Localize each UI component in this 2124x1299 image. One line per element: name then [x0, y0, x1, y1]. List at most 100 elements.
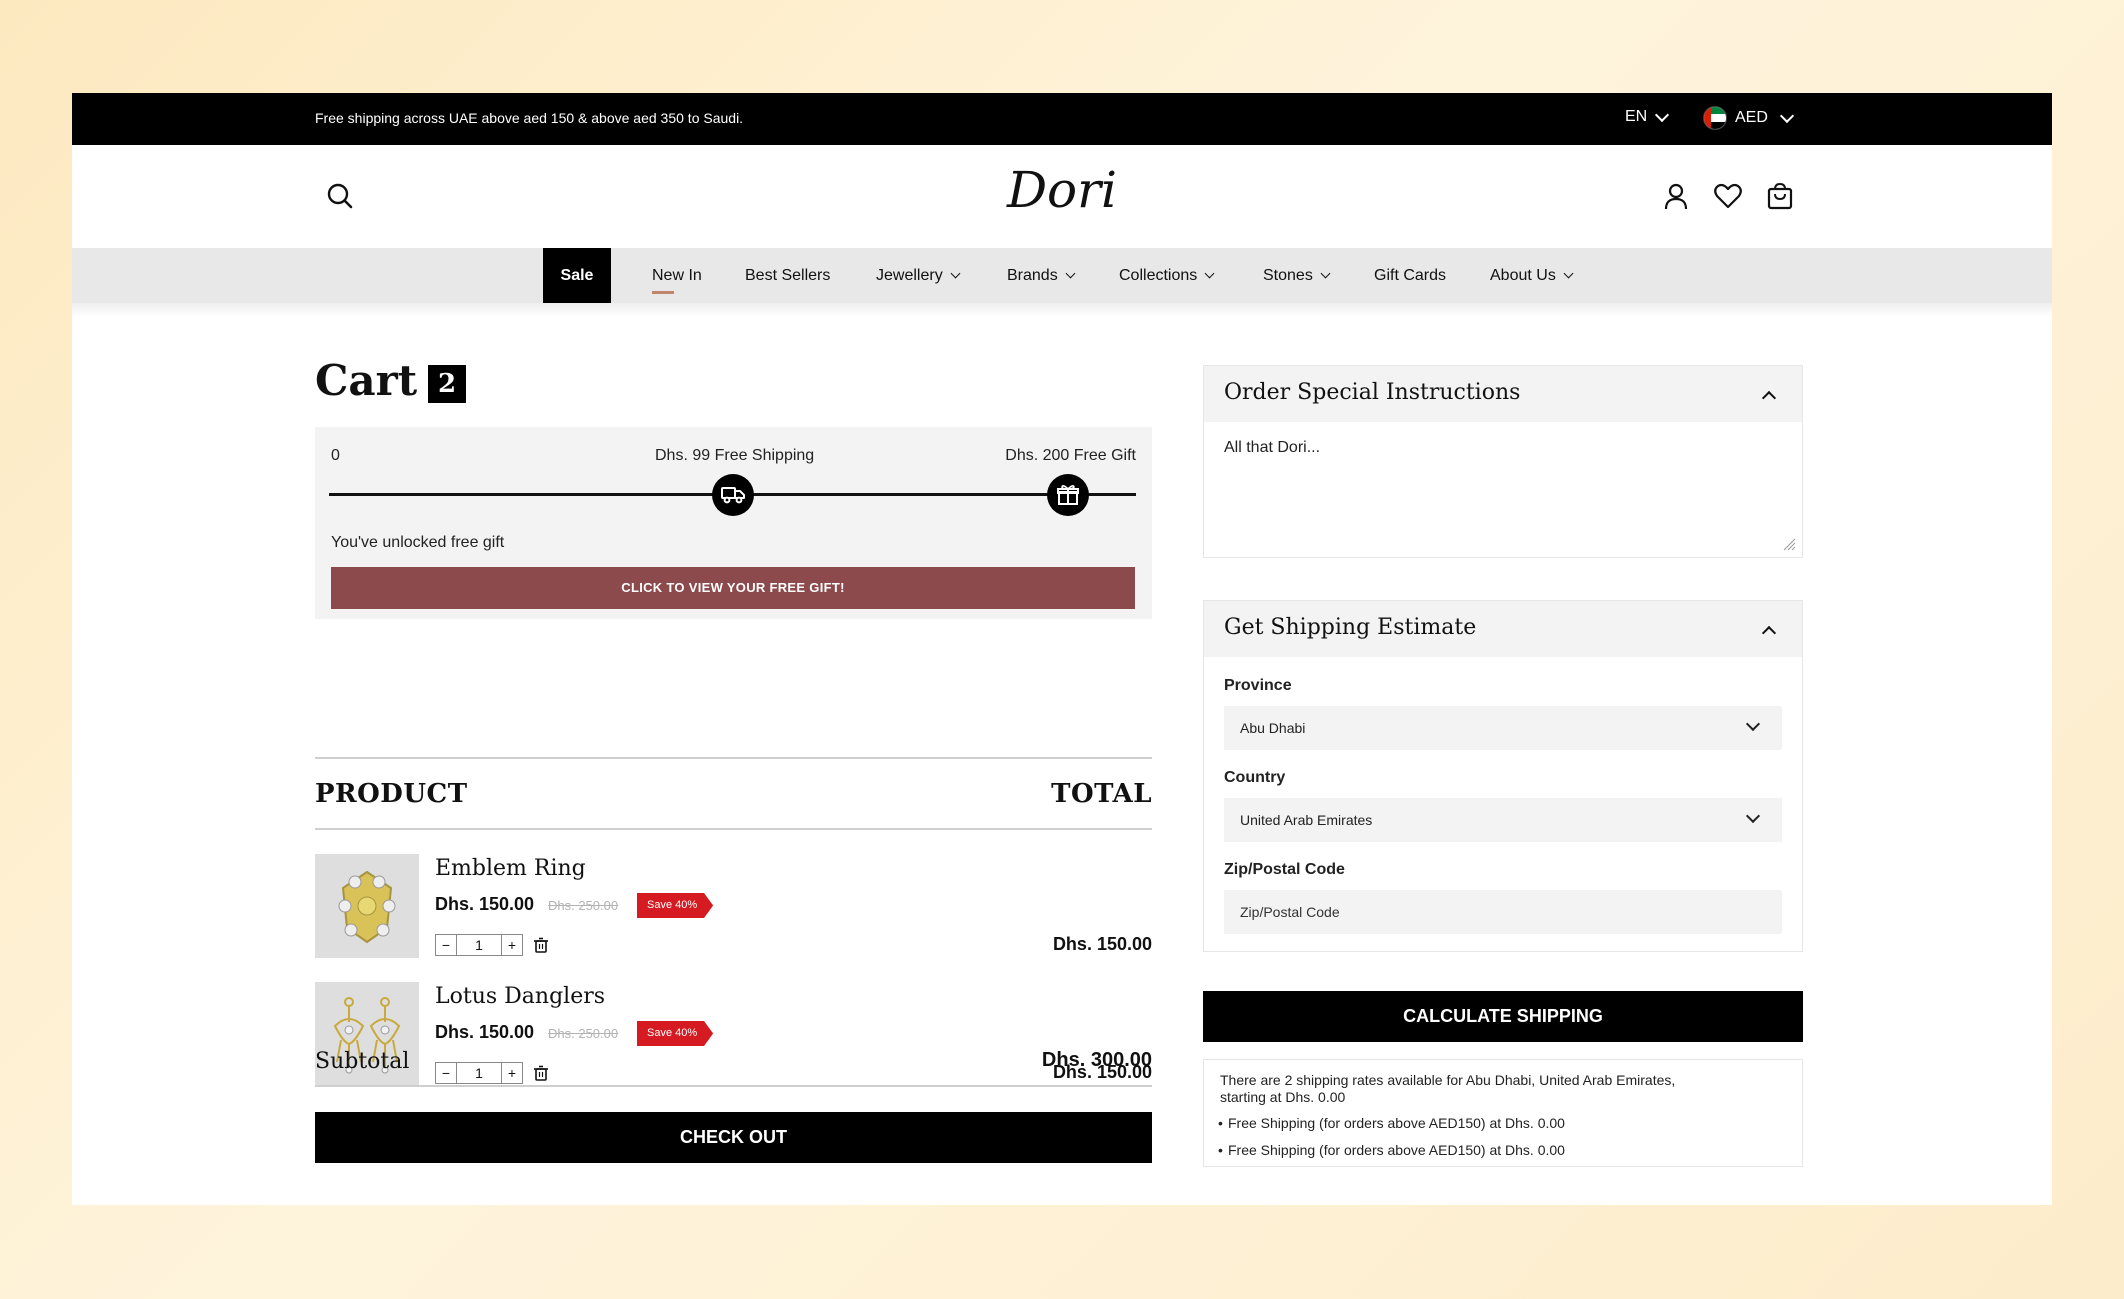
cart-title: Cart [315, 356, 418, 405]
save-badge: Save 40% [637, 893, 714, 918]
cart-button[interactable] [1765, 181, 1795, 211]
search-button[interactable] [325, 181, 355, 211]
subtotal-value: Dhs. 300.00 [1041, 1049, 1152, 1071]
divider [315, 757, 1152, 759]
wishlist-button[interactable] [1713, 181, 1743, 211]
chevron-down-icon [1320, 268, 1331, 278]
main-nav: Sale New In Best Sellers Jewellery Brand… [72, 248, 2052, 303]
chevron-down-icon [1655, 107, 1670, 122]
product-price: Dhs. 150.00 [435, 1022, 535, 1042]
nav-item-collections[interactable]: Collections [1119, 248, 1215, 303]
site-header: Dori [72, 145, 2052, 248]
nav-item-gift-cards[interactable]: Gift Cards [1374, 248, 1446, 303]
chevron-down-icon [950, 268, 961, 278]
calculate-shipping-button[interactable]: CALCULATE SHIPPING [1203, 991, 1803, 1042]
zip-input[interactable]: Zip/Postal Code [1224, 890, 1782, 934]
progress-shipping-label: Dhs. 99 Free Shipping [655, 447, 815, 464]
shipping-rate-item: Free Shipping (for orders above AED150) … [1218, 1142, 1565, 1158]
shipping-rates-result: There are 2 shipping rates available for… [1203, 1059, 1803, 1167]
search-icon [327, 183, 353, 209]
quantity-stepper: − 1 + [435, 1062, 549, 1084]
nav-item-jewellery[interactable]: Jewellery [876, 248, 961, 303]
decrease-quantity-button[interactable]: − [435, 934, 457, 956]
ring-image-icon [315, 854, 419, 958]
instructions-panel-header[interactable]: Order Special Instructions [1204, 366, 1802, 422]
quantity-stepper: − 1 + [435, 934, 549, 956]
uae-flag-icon [1703, 106, 1727, 130]
product-name[interactable]: Emblem Ring [435, 856, 586, 881]
total-column-header: TOTAL [1051, 779, 1152, 809]
country-value: United Arab Emirates [1240, 812, 1373, 828]
instructions-textarea[interactable]: All that Dori... [1224, 439, 1320, 457]
account-button[interactable] [1661, 181, 1691, 211]
product-image[interactable] [315, 854, 419, 958]
progress-gift-label: Dhs. 200 Free Gift [1005, 447, 1136, 464]
remove-item-button[interactable] [533, 1065, 549, 1081]
trash-icon [534, 937, 548, 953]
shipping-rates-message: There are 2 shipping rates available for… [1220, 1072, 1676, 1105]
nav-item-about-us[interactable]: About Us [1490, 248, 1574, 303]
chevron-down-icon [1065, 268, 1076, 278]
currency-label: AED [1735, 109, 1768, 126]
divider [315, 1085, 1152, 1087]
trash-icon [534, 1065, 548, 1081]
product-column-header: PRODUCT [315, 779, 468, 809]
shopping-bag-icon [1767, 182, 1793, 210]
increase-quantity-button[interactable]: + [501, 934, 523, 956]
dori-logo[interactable]: Dori [982, 159, 1142, 227]
heart-icon [1714, 183, 1742, 209]
shipping-panel-header[interactable]: Get Shipping Estimate [1204, 601, 1802, 657]
free-gift-progress: 0 Dhs. 99 Free Shipping Dhs. 200 Free Gi… [315, 427, 1152, 619]
shipping-estimate-panel: Get Shipping Estimate Province Abu Dhabi… [1203, 600, 1803, 952]
truck-icon [721, 487, 745, 504]
zip-label: Zip/Postal Code [1224, 861, 1345, 878]
compare-price: Dhs. 250.00 [548, 898, 619, 913]
view-free-gift-button[interactable]: CLICK TO VIEW YOUR FREE GIFT! [331, 567, 1135, 609]
page-frame: Free shipping across UAE above aed 150 &… [72, 93, 2052, 1205]
resize-handle-icon[interactable] [1782, 537, 1796, 551]
line-total: Dhs. 150.00 [1052, 934, 1152, 954]
cart-item: Emblem Ring Dhs. 150.00 Dhs. 250.00 Save… [315, 854, 1152, 958]
country-select[interactable]: United Arab Emirates [1224, 798, 1782, 842]
remove-item-button[interactable] [533, 937, 549, 953]
nav-item-best-sellers[interactable]: Best Sellers [745, 248, 830, 303]
province-label: Province [1224, 677, 1292, 694]
nav-item-sale[interactable]: Sale [543, 248, 611, 303]
province-value: Abu Dhabi [1240, 720, 1306, 736]
divider [315, 828, 1152, 830]
chevron-up-icon[interactable] [1761, 390, 1777, 406]
cart-count-badge: 2 [428, 365, 466, 403]
chevron-down-icon [1779, 108, 1794, 123]
zip-placeholder: Zip/Postal Code [1240, 904, 1340, 920]
instructions-title: Order Special Instructions [1224, 380, 1521, 405]
language-selector[interactable]: EN [1625, 107, 1670, 126]
currency-selector[interactable]: AED [1703, 106, 1794, 130]
country-label: Country [1224, 769, 1286, 786]
checkout-button[interactable]: CHECK OUT [315, 1112, 1152, 1163]
progress-start-label: 0 [331, 447, 340, 464]
instructions-panel: Order Special Instructions All that Dori… [1203, 365, 1803, 558]
increase-quantity-button[interactable]: + [501, 1062, 523, 1084]
nav-item-stones[interactable]: Stones [1263, 248, 1331, 303]
shipping-milestone [712, 474, 754, 516]
nav-item-new-in[interactable]: New In [652, 248, 702, 303]
promo-text: Free shipping across UAE above aed 150 &… [315, 110, 744, 126]
gift-icon [1057, 485, 1079, 505]
product-price: Dhs. 150.00 [435, 894, 535, 914]
nav-item-brands[interactable]: Brands [1007, 248, 1076, 303]
chevron-down-icon [1745, 808, 1761, 824]
decrease-quantity-button[interactable]: − [435, 1062, 457, 1084]
product-name[interactable]: Lotus Danglers [435, 984, 605, 1009]
quantity-value[interactable]: 1 [457, 934, 501, 956]
quantity-value[interactable]: 1 [457, 1062, 501, 1084]
chevron-down-icon [1204, 268, 1215, 278]
compare-price: Dhs. 250.00 [548, 1026, 619, 1041]
language-label: EN [1625, 108, 1648, 125]
chevron-down-icon [1563, 268, 1574, 278]
chevron-down-icon [1745, 716, 1761, 732]
province-select[interactable]: Abu Dhabi [1224, 706, 1782, 750]
subtotal-label: Subtotal [315, 1049, 410, 1074]
unlocked-message: You've unlocked free gift [331, 534, 505, 551]
active-underline [652, 291, 674, 294]
chevron-up-icon[interactable] [1761, 625, 1777, 641]
